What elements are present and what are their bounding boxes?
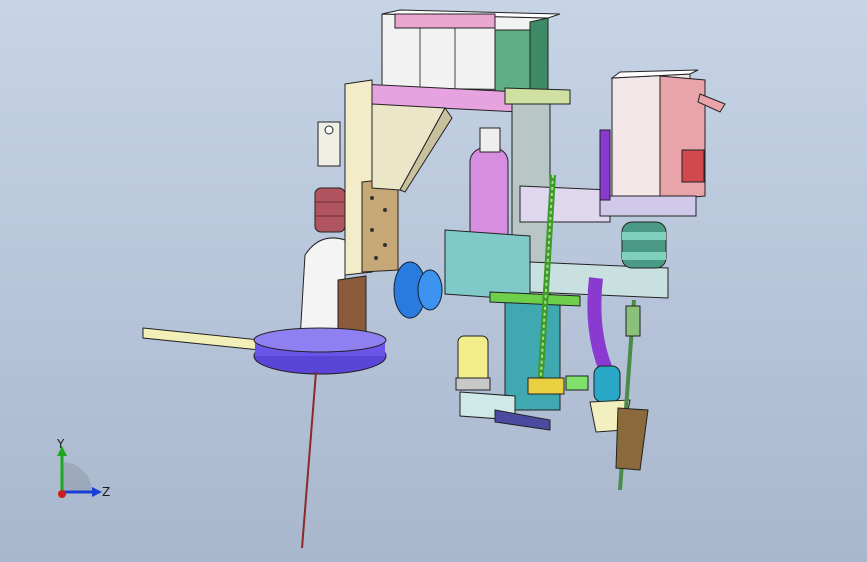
x-axis-origin	[58, 490, 66, 498]
left-bracket[interactable]	[317, 103, 453, 193]
left-probe[interactable]	[301, 371, 317, 549]
left-rod[interactable]	[142, 327, 261, 351]
triad-quadrant	[62, 462, 92, 492]
cad-viewport[interactable]: Y Z	[0, 0, 867, 562]
servo-motor[interactable]	[599, 69, 726, 217]
axis-triad[interactable]: Y Z	[40, 436, 130, 516]
z-axis-arrow	[92, 487, 102, 497]
blue-knob[interactable]	[393, 261, 443, 319]
left-red-coupling[interactable]	[314, 187, 346, 233]
z-axis-label: Z	[102, 485, 110, 499]
right-needle[interactable]	[615, 299, 649, 491]
y-axis-label: Y	[56, 437, 65, 451]
left-base-disc[interactable]	[253, 327, 387, 375]
motor-coupling[interactable]	[621, 221, 667, 269]
assembly-model[interactable]	[0, 0, 867, 562]
yellow-cylinder[interactable]	[455, 335, 491, 391]
